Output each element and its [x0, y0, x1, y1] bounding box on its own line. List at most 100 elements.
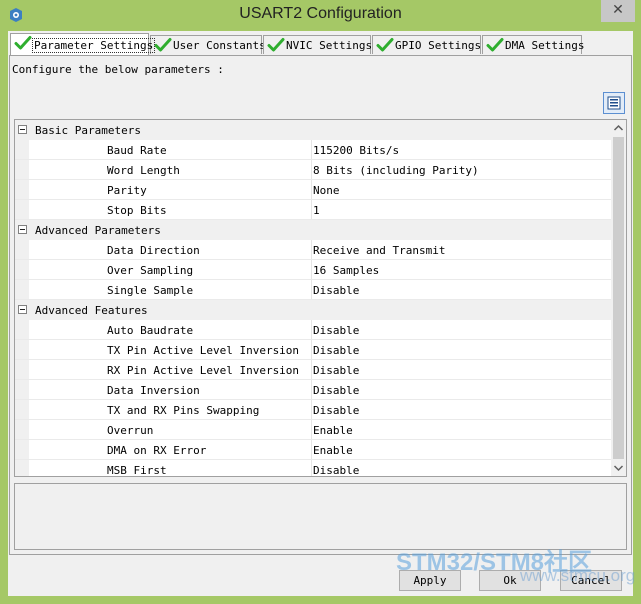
title-bar[interactable]: USART2 Configuration ✕: [0, 0, 641, 30]
property-name: Auto Baudrate: [107, 324, 194, 337]
checkmark-icon: [376, 38, 394, 52]
property-row[interactable]: Word Length 8 Bits (including Parity): [15, 160, 611, 180]
property-row[interactable]: Parity None: [15, 180, 611, 200]
property-row[interactable]: Data Direction Receive and Transmit: [15, 240, 611, 260]
property-name: Word Length: [107, 164, 180, 177]
property-value[interactable]: Disable: [313, 404, 359, 417]
property-name: Single Sample: [107, 284, 194, 297]
row-gutter: [15, 340, 29, 360]
parameter-settings-panel: Configure the below parameters : Basic P…: [9, 55, 632, 555]
property-value[interactable]: Enable: [313, 424, 353, 437]
property-value[interactable]: Enable: [313, 444, 353, 457]
tab-gpio-settings[interactable]: GPIO Settings: [372, 35, 481, 54]
column-divider: [311, 420, 312, 440]
checkmark-icon: [267, 38, 285, 52]
property-row[interactable]: Auto Baudrate Disable: [15, 320, 611, 340]
row-gutter: [15, 280, 29, 300]
property-row[interactable]: Single Sample Disable: [15, 280, 611, 300]
row-gutter: [15, 140, 29, 160]
property-name: Baud Rate: [107, 144, 167, 157]
property-value[interactable]: Disable: [313, 384, 359, 397]
property-value[interactable]: Receive and Transmit: [313, 244, 445, 257]
column-divider: [311, 460, 312, 476]
row-gutter: [15, 380, 29, 400]
row-gutter: [15, 400, 29, 420]
column-divider: [311, 340, 312, 360]
scroll-down-icon[interactable]: [611, 460, 626, 476]
property-name: MSB First: [107, 464, 167, 477]
property-row[interactable]: MSB First Disable: [15, 460, 611, 477]
category-row[interactable]: Advanced Parameters: [15, 220, 611, 240]
panel-description: Configure the below parameters :: [12, 63, 224, 76]
column-divider: [311, 400, 312, 420]
property-value[interactable]: Disable: [313, 344, 359, 357]
row-gutter: [15, 240, 29, 260]
close-button[interactable]: ✕: [601, 0, 635, 22]
scroll-up-icon[interactable]: [611, 120, 626, 136]
property-value[interactable]: 115200 Bits/s: [313, 144, 399, 157]
column-divider: [311, 380, 312, 400]
column-divider: [311, 320, 312, 340]
tab-label: GPIO Settings: [395, 39, 482, 52]
property-value[interactable]: Disable: [313, 364, 359, 377]
row-gutter: [15, 200, 29, 220]
tab-label: NVIC Settings: [286, 39, 373, 52]
category-row[interactable]: Advanced Features: [15, 300, 611, 320]
column-divider: [311, 240, 312, 260]
tab-dma-settings[interactable]: DMA Settings: [482, 35, 585, 54]
tab-parameter-settings[interactable]: Parameter Settings: [10, 33, 156, 55]
property-value[interactable]: 1: [313, 204, 320, 217]
property-value[interactable]: Disable: [313, 284, 359, 297]
property-value[interactable]: 8 Bits (including Parity): [313, 164, 479, 177]
property-name: Overrun: [107, 424, 154, 437]
tab-user-constants[interactable]: User Constants: [150, 35, 266, 54]
column-divider: [311, 140, 312, 160]
row-gutter: [15, 160, 29, 180]
row-gutter: [15, 420, 29, 440]
tab-label: User Constants: [173, 39, 266, 52]
column-divider: [311, 280, 312, 300]
row-gutter: [15, 360, 29, 380]
tab-label: DMA Settings: [505, 39, 585, 52]
property-row[interactable]: Data Inversion Disable: [15, 380, 611, 400]
window-title: USART2 Configuration: [239, 5, 402, 22]
property-row[interactable]: DMA on RX Error Enable: [15, 440, 611, 460]
column-divider: [311, 180, 312, 200]
row-gutter: [15, 440, 29, 460]
property-value[interactable]: None: [313, 184, 340, 197]
property-row[interactable]: Stop Bits 1: [15, 200, 611, 220]
column-divider: [311, 360, 312, 380]
property-value[interactable]: 16 Samples: [313, 264, 379, 277]
property-row[interactable]: Overrun Enable: [15, 420, 611, 440]
collapse-icon[interactable]: [18, 305, 27, 314]
column-divider: [311, 440, 312, 460]
tab-label: Parameter Settings: [32, 38, 156, 53]
property-name: Over Sampling: [107, 264, 194, 277]
property-row[interactable]: TX Pin Active Level Inversion Disable: [15, 340, 611, 360]
checkmark-icon: [486, 38, 504, 52]
checkmark-icon: [154, 38, 172, 52]
property-row[interactable]: RX Pin Active Level Inversion Disable: [15, 360, 611, 380]
categorized-view-button[interactable]: [603, 92, 625, 114]
tab-nvic-settings[interactable]: NVIC Settings: [263, 35, 373, 54]
list-view-icon: [607, 96, 621, 110]
property-name: Parity: [107, 184, 147, 197]
row-gutter: [15, 460, 29, 476]
category-row[interactable]: Basic Parameters: [15, 120, 611, 140]
property-row[interactable]: TX and RX Pins Swapping Disable: [15, 400, 611, 420]
property-value[interactable]: Disable: [313, 324, 359, 337]
vertical-scrollbar[interactable]: [611, 120, 626, 476]
column-divider: [311, 160, 312, 180]
property-name: DMA on RX Error: [107, 444, 207, 457]
scrollbar-thumb[interactable]: [613, 137, 624, 459]
usart2-config-window: USART2 Configuration ✕ Parameter Setting…: [0, 0, 641, 604]
property-value[interactable]: Disable: [313, 464, 359, 476]
property-row[interactable]: Over Sampling 16 Samples: [15, 260, 611, 280]
property-name: TX Pin Active Level Inversion: [107, 344, 300, 357]
property-description-box: [14, 483, 627, 550]
property-name: Data Direction: [107, 244, 200, 257]
category-label: Advanced Parameters: [35, 224, 161, 237]
collapse-icon[interactable]: [18, 125, 27, 134]
collapse-icon[interactable]: [18, 225, 27, 234]
property-row[interactable]: Baud Rate 115200 Bits/s: [15, 140, 611, 160]
